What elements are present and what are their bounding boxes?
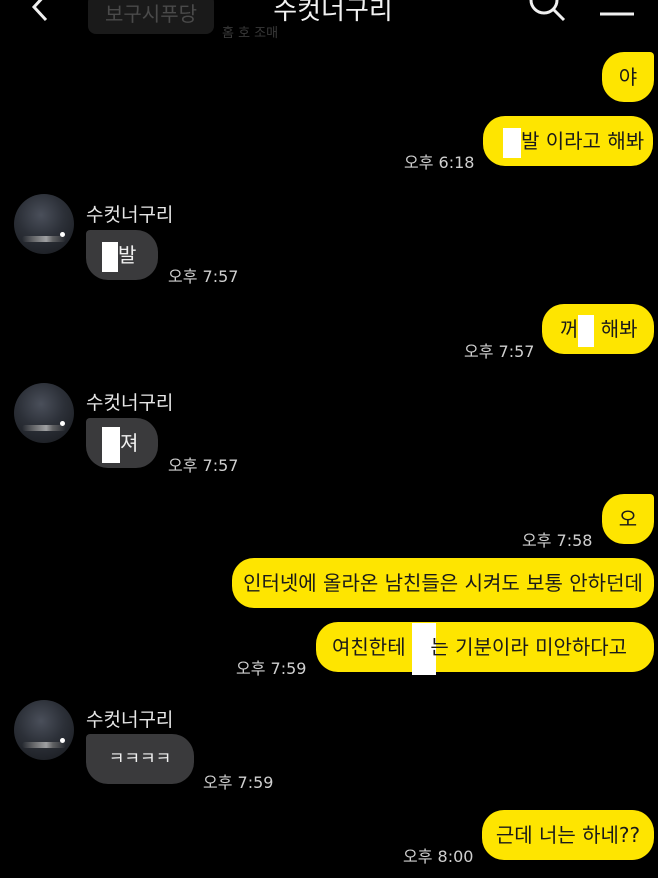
sender-name: 수컷너구리 xyxy=(86,392,174,414)
censor-block xyxy=(578,314,595,347)
message-time: 오후 7:57 xyxy=(168,456,239,475)
message-bubble-theirs[interactable]: 져 xyxy=(86,418,158,468)
message-text: 인터넷에 올라온 남친들은 시켜도 보통 안하던데 xyxy=(243,571,643,595)
message-text: 발 이라고 해봐 xyxy=(521,129,645,153)
message-text: 야 xyxy=(618,65,638,89)
censor-block xyxy=(102,426,120,463)
message-text: 져 xyxy=(120,431,139,455)
message-text: 는 기분이라 미안하다고 xyxy=(430,635,628,659)
message-bubble-mine[interactable]: 근데 너는 하네?? xyxy=(482,810,654,860)
message-time: 오후 7:58 xyxy=(522,531,593,550)
message-text: 발 xyxy=(118,243,137,267)
message-bubble-mine[interactable]: 여친한테 욕는 기분이라 미안하다고 xyxy=(316,622,654,675)
avatar[interactable] xyxy=(14,700,74,760)
message-bubble-mine[interactable]: 야 xyxy=(602,52,654,102)
avatar[interactable] xyxy=(14,194,74,254)
message-bubble-mine[interactable]: 꺼 해봐 xyxy=(542,304,654,354)
message-text: 오 xyxy=(618,507,638,531)
message-bubble-mine[interactable]: 오 xyxy=(602,494,654,544)
message-text: 해봐 xyxy=(594,317,638,341)
message-text: 꺼 xyxy=(560,317,579,341)
message-time: 오후 7:59 xyxy=(203,773,274,792)
sender-name: 수컷너구리 xyxy=(86,204,174,226)
censor-block xyxy=(102,241,118,272)
chevron-left-icon[interactable] xyxy=(26,0,56,22)
sender-name: 수컷너구리 xyxy=(86,709,174,731)
message-time: 오후 8:00 xyxy=(403,847,474,866)
message-bubble-theirs[interactable]: 발 xyxy=(86,230,158,280)
message-bubble-theirs[interactable]: ㅋㅋㅋㅋ xyxy=(86,734,194,784)
chat-badge: 보구시푸당 xyxy=(88,0,214,34)
chat-header: 보구시푸당 홈 호 조매 수컷너구리 xyxy=(0,0,658,41)
message-time: 오후 7:57 xyxy=(464,342,535,361)
chat-title: 수컷너구리 xyxy=(273,0,393,26)
message-bubble-mine[interactable]: 발 이라고 해봐 xyxy=(483,116,653,166)
message-time: 오후 7:59 xyxy=(236,659,307,678)
censor-block xyxy=(503,127,521,158)
message-text: ㅋㅋㅋㅋ xyxy=(108,749,172,769)
message-bubble-mine[interactable]: 인터넷에 올라온 남친들은 시켜도 보통 안하던데 xyxy=(232,558,654,608)
hamburger-menu-icon[interactable] xyxy=(598,0,636,22)
message-time: 오후 6:18 xyxy=(404,153,475,172)
search-icon[interactable] xyxy=(526,0,568,26)
avatar[interactable] xyxy=(14,383,74,443)
message-time: 오후 7:57 xyxy=(168,267,239,286)
message-text: 근데 너는 하네?? xyxy=(495,823,641,847)
